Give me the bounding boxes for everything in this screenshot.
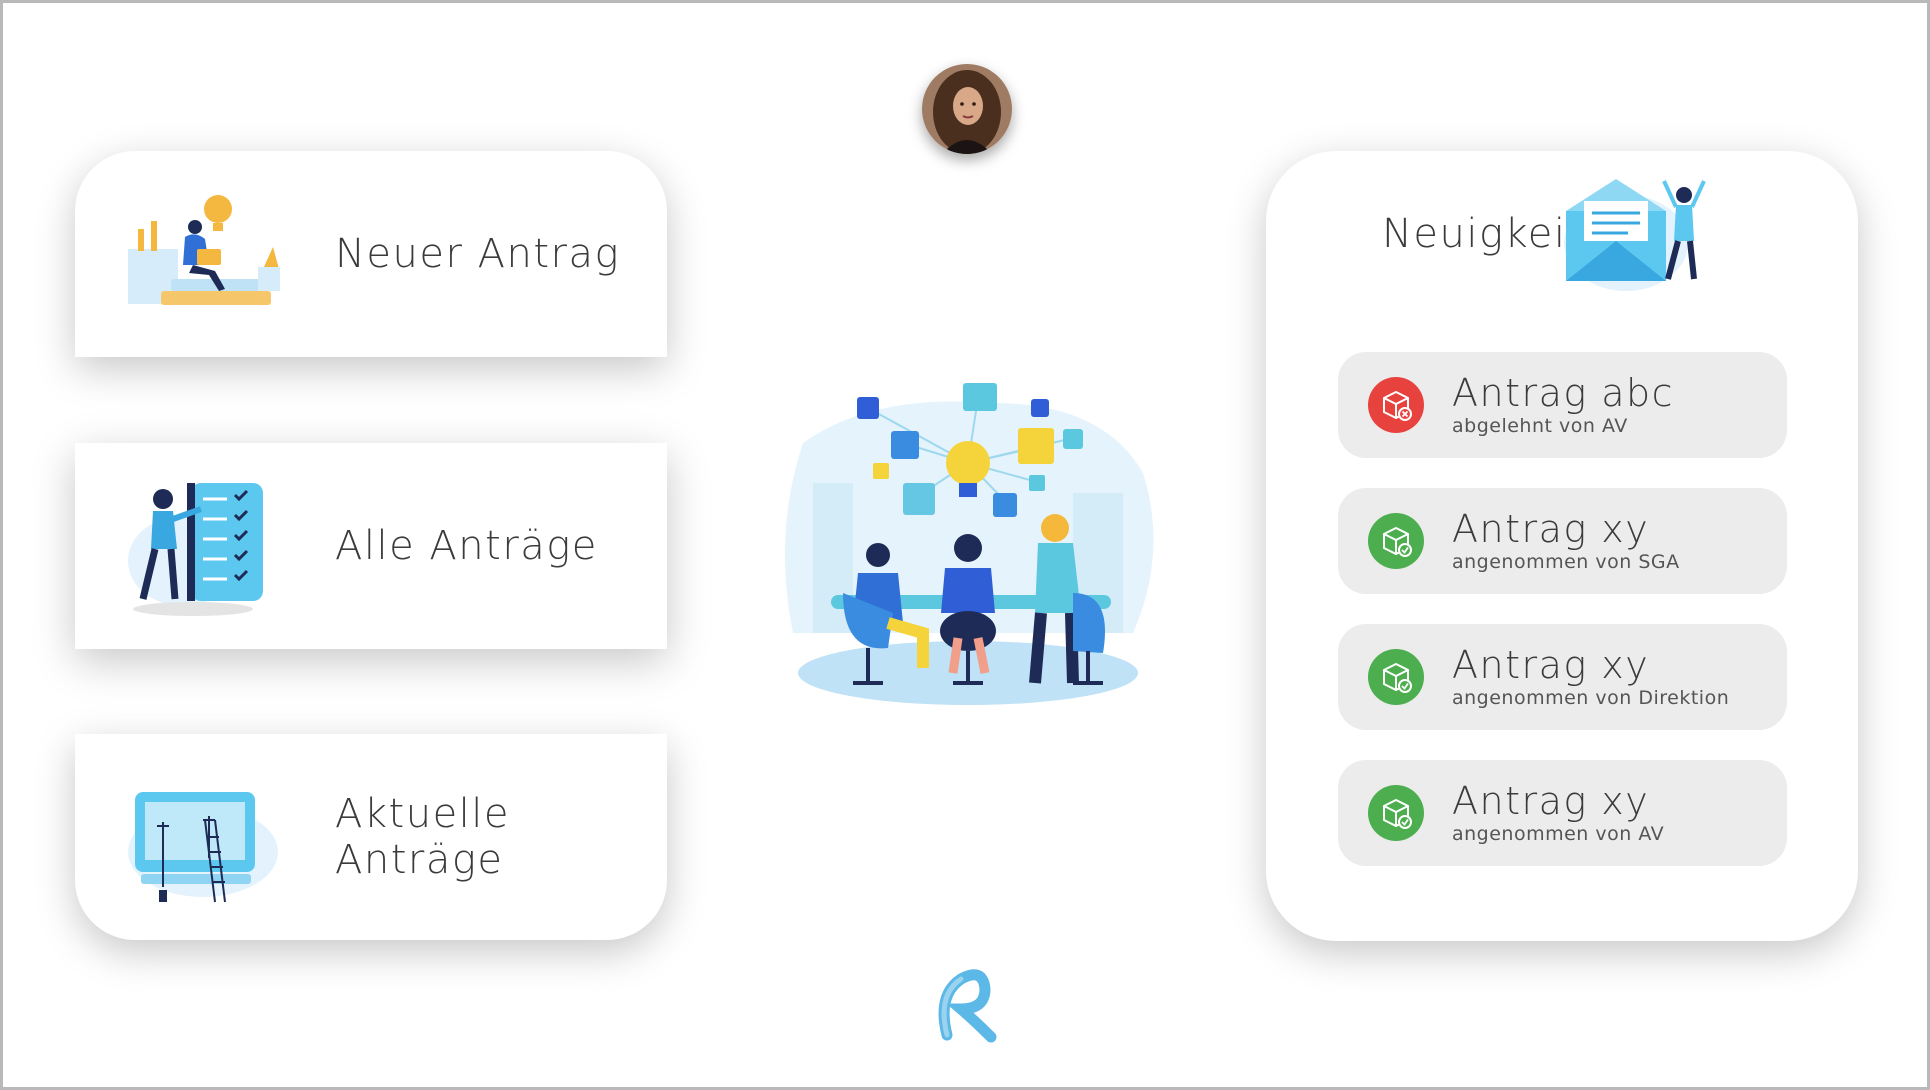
news-item-title: Antrag xy	[1452, 643, 1650, 687]
app-logo	[931, 965, 1001, 1045]
news-item[interactable]: Antrag xy angenommen von Direktion	[1338, 624, 1787, 730]
person-with-laptop-icon	[123, 179, 293, 329]
new-request-label: Neuer Antrag	[335, 231, 621, 277]
package-rejected-icon	[1368, 377, 1424, 433]
current-requests-card[interactable]: Aktuelle Anträge	[75, 734, 667, 940]
news-item[interactable]: Antrag xy angenommen von SGA	[1338, 488, 1787, 594]
news-item-title: Antrag xy	[1452, 507, 1650, 551]
package-accepted-icon	[1368, 785, 1424, 841]
envelope-icon	[1556, 171, 1706, 301]
screen-construction-icon	[123, 762, 293, 912]
user-avatar[interactable]	[922, 64, 1012, 154]
news-panel: Neuigkeiten Antrag abc abgelehnt von AV …	[1266, 151, 1858, 941]
package-accepted-icon	[1368, 513, 1424, 569]
news-item-title: Antrag abc	[1452, 371, 1675, 415]
news-item-subtitle: angenommen von AV	[1452, 823, 1665, 845]
news-item-subtitle: angenommen von Direktion	[1452, 687, 1730, 709]
news-item-subtitle: abgelehnt von AV	[1452, 415, 1628, 437]
app-frame: Neuer Antrag Alle Anträge Aktuelle Anträ…	[0, 0, 1930, 1090]
all-requests-label: Alle Anträge	[335, 523, 598, 569]
news-item-subtitle: angenommen von SGA	[1452, 551, 1680, 573]
news-item[interactable]: Antrag xy angenommen von AV	[1338, 760, 1787, 866]
current-requests-label: Aktuelle Anträge	[335, 791, 511, 883]
team-meeting-illustration	[773, 383, 1168, 723]
news-item-title: Antrag xy	[1452, 779, 1650, 823]
news-item[interactable]: Antrag abc abgelehnt von AV	[1338, 352, 1787, 458]
new-request-card[interactable]: Neuer Antrag	[75, 151, 667, 357]
checklist-icon	[123, 471, 293, 621]
package-accepted-icon	[1368, 649, 1424, 705]
all-requests-card[interactable]: Alle Anträge	[75, 443, 667, 649]
